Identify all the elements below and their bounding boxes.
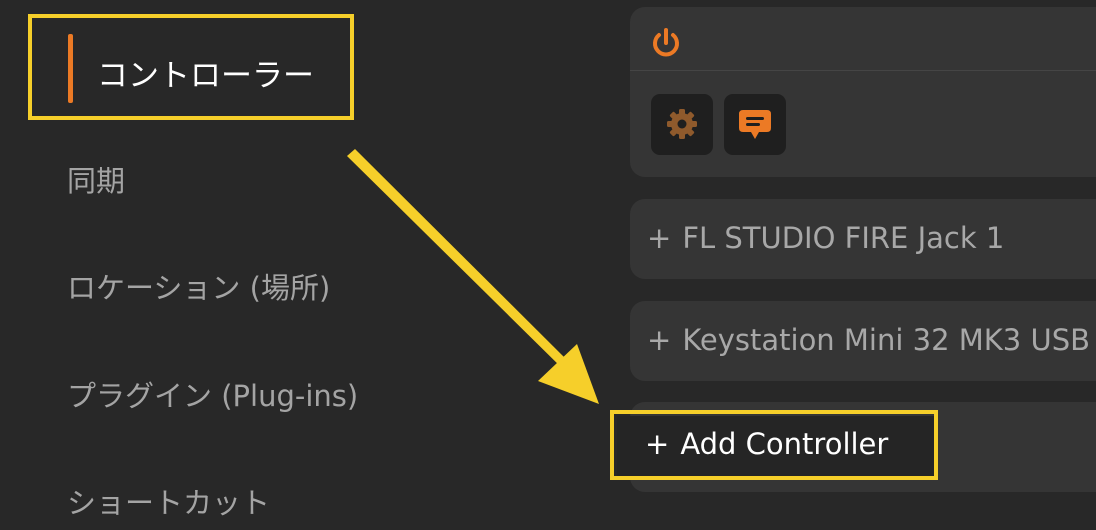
controller-row-fl-studio-fire[interactable]: + FL STUDIO FIRE Jack 1	[630, 199, 1096, 279]
settings-button[interactable]	[651, 94, 713, 155]
active-indicator	[68, 34, 73, 103]
sidebar-item-plugins[interactable]: プラグイン (Plug-ins)	[67, 373, 358, 415]
controller-name: Keystation Mini 32 MK3 USB	[682, 323, 1090, 357]
power-icon[interactable]	[648, 25, 684, 61]
plus-icon: +	[647, 323, 672, 357]
speech-bubble-icon	[739, 110, 771, 139]
plus-icon: +	[647, 221, 672, 255]
controller-row-keystation[interactable]: + Keystation Mini 32 MK3 USB	[630, 301, 1096, 381]
controller-card	[630, 7, 1096, 177]
card-divider	[630, 70, 1096, 71]
chat-button[interactable]	[724, 94, 786, 155]
sidebar-item-shortcuts[interactable]: ショートカット	[67, 480, 270, 522]
sidebar-item-controllers[interactable]: コントローラー	[28, 14, 354, 120]
sidebar-item-locations[interactable]: ロケーション (場所)	[67, 265, 330, 307]
sidebar-item-label: コントローラー	[97, 58, 314, 94]
gear-icon	[667, 109, 697, 139]
sidebar-item-sync[interactable]: 同期	[67, 158, 125, 200]
controller-name: FL STUDIO FIRE Jack 1	[682, 221, 1005, 255]
add-controller-highlight	[610, 410, 938, 480]
